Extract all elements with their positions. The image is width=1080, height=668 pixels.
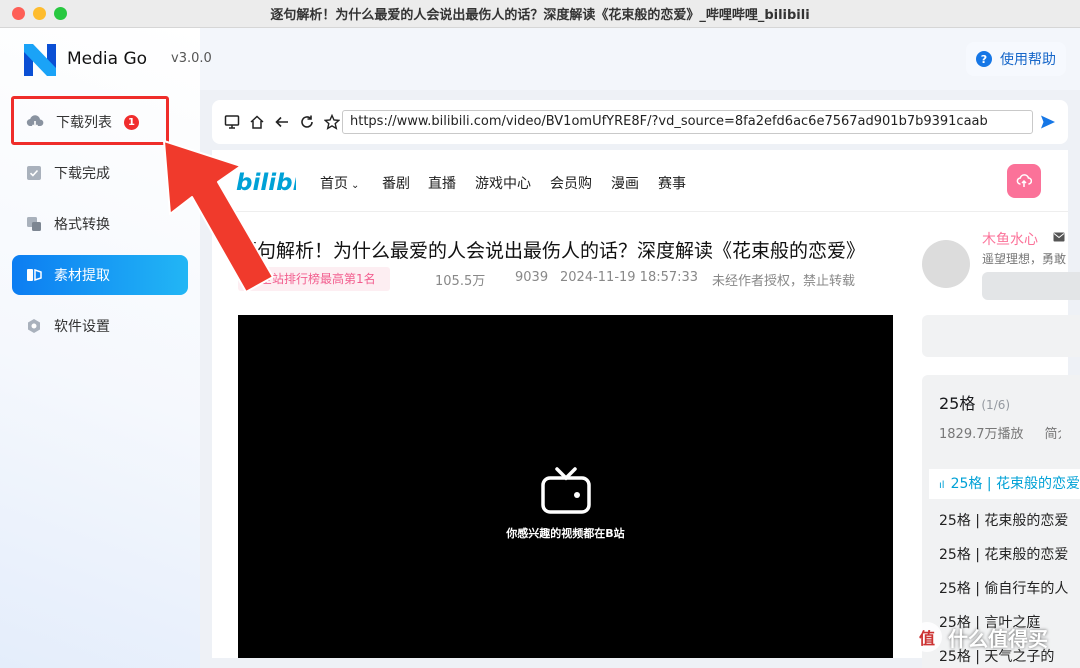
question-circle-icon: ?	[976, 51, 992, 67]
danmaku-count: 9039	[515, 270, 549, 285]
nav-shop[interactable]: 会员购	[550, 173, 592, 193]
watermark-logo-icon: 值	[912, 622, 942, 652]
tv-icon	[541, 467, 591, 514]
nav-anime[interactable]: 番剧	[382, 173, 410, 193]
window-titlebar: 逐句解析！为什么最爱的人会说出最伤人的话？深度解读《花束般的恋爱》_哔哩哔哩_b…	[0, 0, 1080, 28]
uploader-desc: 遥望理想，勇敢	[982, 252, 1067, 266]
view-count: 105.5万	[435, 274, 486, 289]
close-window-button[interactable]	[12, 7, 25, 20]
avatar[interactable]	[922, 240, 970, 288]
url-input[interactable]: https://www.bilibili.com/video/BV1omUfYR…	[342, 110, 1033, 134]
media-go-logo-icon	[24, 44, 56, 76]
sidebar-item-settings[interactable]: 软件设置	[12, 306, 188, 346]
player-placeholder-text: 你感兴趣的视频都在B站	[506, 527, 625, 540]
highlight-box	[11, 96, 169, 145]
nav-home[interactable]: 首页 ⌄	[320, 173, 359, 193]
window-title: 逐句解析！为什么最爱的人会说出最伤人的话？深度解读《花束般的恋爱》_哔哩哔哩_b…	[270, 8, 810, 23]
upload-icon	[1016, 174, 1032, 187]
sidebar-item-label: 下载完成	[54, 166, 110, 182]
refresh-icon[interactable]	[299, 114, 315, 130]
sidebar-item-format-convert[interactable]: 格式转换	[12, 204, 188, 244]
check-box-icon	[27, 166, 41, 180]
list-item[interactable]: 25格 | 花束般的恋爱	[939, 544, 1080, 564]
sidebar-item-label: 素材提取	[54, 268, 110, 284]
list-item[interactable]: 25格 | 偷自行车的人	[939, 578, 1080, 598]
nav-live[interactable]: 直播	[428, 173, 456, 193]
info-box	[922, 315, 1080, 357]
back-arrow-icon[interactable]	[274, 114, 290, 130]
convert-icon	[27, 217, 41, 231]
nav-manga[interactable]: 漫画	[611, 173, 639, 193]
svg-text:bilibili: bilibili	[236, 170, 296, 196]
home-icon[interactable]	[249, 114, 265, 130]
copyright-notice: 未经作者授权，禁止转载	[712, 274, 856, 289]
uploader-name[interactable]: 木鱼水心	[982, 229, 1038, 249]
playlist-title: 25格 (1/6)	[939, 394, 1011, 413]
sidebar-item-material-extract[interactable]: 素材提取	[12, 255, 188, 295]
svg-text:?: ?	[981, 53, 987, 66]
playlist-plays: 1829.7万播放简介	[939, 427, 1061, 442]
sidebar-item-label: 格式转换	[54, 217, 110, 233]
star-icon[interactable]	[324, 114, 340, 130]
mail-icon[interactable]	[1053, 232, 1065, 242]
zoom-window-button[interactable]	[54, 7, 67, 20]
material-extract-icon	[27, 268, 42, 282]
upload-button[interactable]	[1007, 164, 1041, 198]
monitor-icon[interactable]	[224, 114, 240, 130]
bilibili-logo[interactable]: bilibili	[234, 166, 296, 196]
app-version: v3.0.0	[171, 51, 212, 66]
go-arrow-icon[interactable]	[1040, 114, 1056, 130]
video-player[interactable]	[238, 315, 893, 658]
minimize-window-button[interactable]	[33, 7, 46, 20]
playing-bars-icon: ıl	[939, 480, 945, 491]
app-name: Media Go	[67, 49, 148, 69]
video-title: 逐句解析！为什么最爱的人会说出最伤人的话？深度解读《花束般的恋爱》	[238, 240, 866, 262]
sidebar-item-download-complete[interactable]: 下载完成	[12, 153, 188, 193]
nav-game-center[interactable]: 游戏中心	[475, 173, 531, 193]
publish-date: 2024-11-19 18:57:33	[560, 270, 699, 285]
nav-esports[interactable]: 赛事	[658, 173, 686, 193]
list-item[interactable]: ıl 25格 | 花束般的恋爱	[929, 469, 1080, 499]
rank-badge[interactable]: 全站排行榜最高第1名	[238, 267, 390, 291]
gear-icon	[28, 319, 40, 333]
sidebar-item-label: 软件设置	[54, 319, 110, 335]
follow-button[interactable]	[982, 272, 1080, 300]
chevron-down-icon: ⌄	[351, 180, 360, 191]
list-item[interactable]: 25格 | 花束般的恋爱	[939, 510, 1080, 530]
help-label: 使用帮助	[1000, 52, 1056, 68]
watermark: 值 什么值得买	[912, 622, 1048, 652]
help-button[interactable]: ? 使用帮助	[966, 42, 1066, 76]
